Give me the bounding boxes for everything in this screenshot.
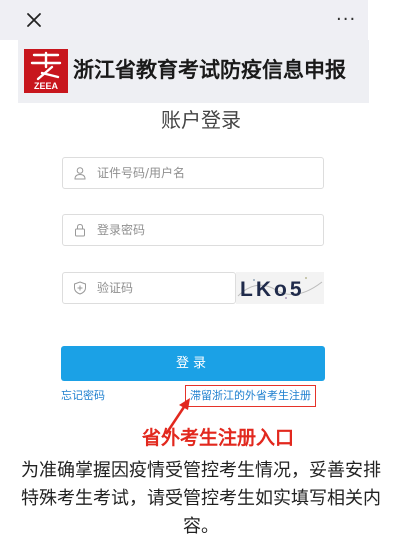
captcha-text: LKo5 — [240, 278, 305, 301]
header-banner: ZEEA 浙江省教育考试防疫信息申报 — [18, 40, 369, 103]
forgot-password-link[interactable]: 忘记密码 — [61, 388, 105, 404]
svg-text:ZEEA: ZEEA — [34, 81, 59, 91]
close-icon[interactable] — [24, 10, 44, 30]
password-field[interactable]: 登录密码 — [62, 214, 324, 246]
captcha-field[interactable]: 验证码 — [62, 272, 236, 304]
out-of-province-register-link[interactable]: 滞留浙江的外省考生注册 — [185, 385, 316, 407]
page-title: 账户登录 — [161, 108, 241, 132]
username-placeholder: 证件号码/用户名 — [97, 166, 186, 180]
lock-icon — [75, 223, 85, 237]
annotation-label: 省外考生注册入口 — [142, 427, 295, 449]
top-bar: ··· — [0, 0, 368, 40]
shield-icon — [74, 281, 86, 295]
password-placeholder: 登录密码 — [97, 223, 146, 237]
more-options-button[interactable]: ··· — [336, 10, 356, 30]
banner-title: 浙江省教育考试防疫信息申报 — [73, 58, 346, 82]
zeea-logo: ZEEA — [24, 49, 68, 93]
username-field[interactable]: 证件号码/用户名 — [62, 157, 324, 189]
captcha-placeholder: 验证码 — [97, 281, 134, 295]
captcha-image[interactable]: LKo5 — [236, 272, 324, 304]
user-icon — [74, 167, 86, 180]
annotation-note: 为准确掌握因疫情受管控考生情况，妥善安排特殊考生考试，请受管控考生如实填写相关内… — [21, 460, 381, 537]
login-button[interactable]: 登录 — [61, 346, 325, 381]
